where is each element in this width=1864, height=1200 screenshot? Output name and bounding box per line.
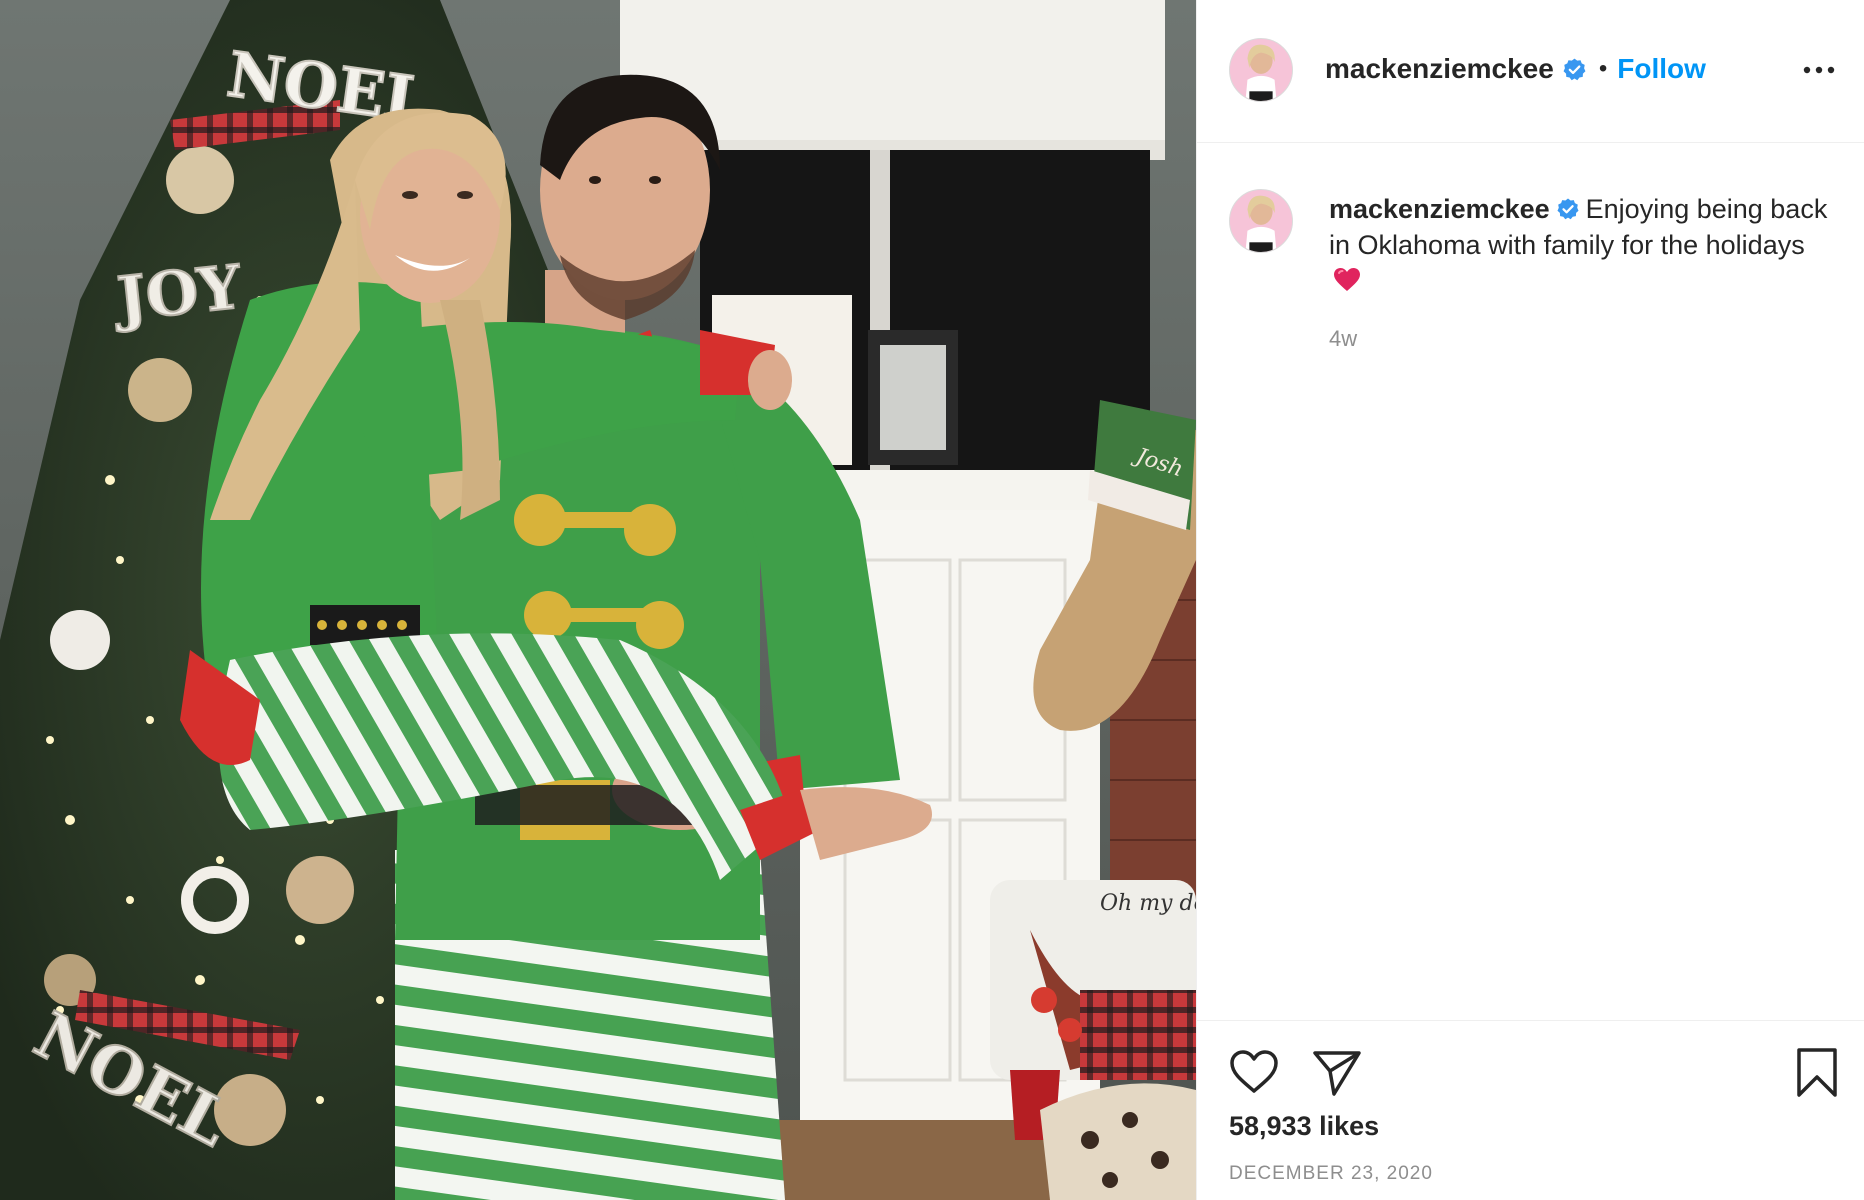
- caption-username[interactable]: mackenziemckee: [1329, 194, 1550, 224]
- deer-pillow: Oh my deer: [990, 880, 1196, 1080]
- header-avatar[interactable]: [1229, 38, 1293, 102]
- post-time[interactable]: 4w: [1329, 326, 1357, 352]
- caption-text: mackenziemckee Enjoying being back in Ok…: [1329, 191, 1829, 299]
- verified-badge-icon: [1562, 57, 1587, 82]
- likes-count[interactable]: 58,933 likes: [1229, 1111, 1379, 1142]
- instagram-post-view: Josh Oh my deer: [0, 0, 1864, 1200]
- svg-text:Oh my deer: Oh my deer: [1100, 891, 1196, 916]
- holiday-photo-illustration: Josh Oh my deer: [0, 0, 1196, 1200]
- verified-badge-icon: [1556, 194, 1580, 220]
- action-bar: 58,933 likes DECEMBER 23, 2020: [1197, 1020, 1864, 1200]
- header-username[interactable]: mackenziemckee: [1325, 53, 1554, 85]
- red-heart-emoji-icon: [1333, 266, 1361, 292]
- post-sidebar: mackenziemckee • Follow mackenziemckee E…: [1196, 0, 1864, 1200]
- heart-outline-icon[interactable]: [1229, 1049, 1279, 1100]
- post-photo[interactable]: Josh Oh my deer: [0, 0, 1196, 1200]
- follow-button[interactable]: Follow: [1617, 53, 1706, 85]
- caption-avatar[interactable]: [1229, 189, 1293, 253]
- svg-text:JOY: JOY: [109, 252, 245, 335]
- paper-plane-icon[interactable]: [1312, 1049, 1362, 1102]
- post-header: mackenziemckee • Follow: [1197, 0, 1864, 143]
- more-options-icon[interactable]: [1799, 54, 1839, 86]
- bookmark-icon[interactable]: [1795, 1047, 1839, 1104]
- post-date: DECEMBER 23, 2020: [1229, 1163, 1433, 1184]
- header-user: mackenziemckee • Follow: [1325, 53, 1706, 85]
- header-separator: •: [1598, 55, 1608, 82]
